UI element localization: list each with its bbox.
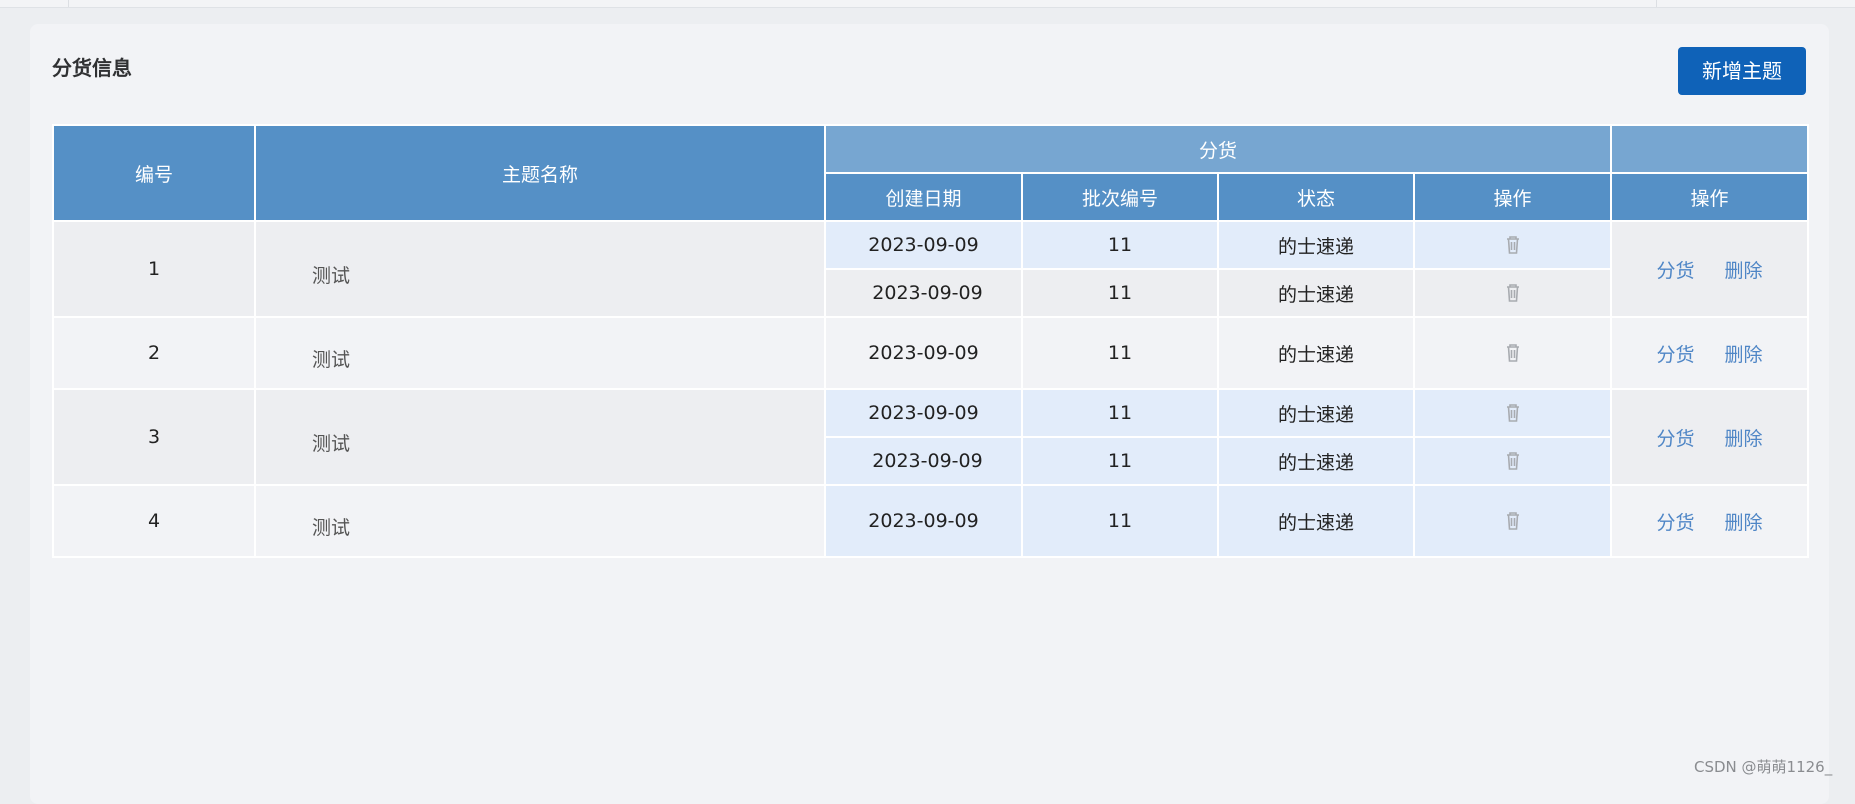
header-sub-action: 操作 xyxy=(1412,172,1613,222)
cell-actions: 分货 删除 xyxy=(1610,220,1810,318)
watermark-text: CSDN @萌萌1126_ xyxy=(1694,758,1833,776)
cell-status: 的士速递 xyxy=(1217,388,1415,438)
cell-batch-no: 11 xyxy=(1021,484,1219,558)
cell-status: 的士速递 xyxy=(1217,316,1415,390)
topic-name-text: 测试 xyxy=(312,264,351,287)
header-empty xyxy=(1610,124,1810,174)
cell-status: 的士速递 xyxy=(1217,484,1415,558)
trash-icon[interactable] xyxy=(1503,282,1523,304)
cell-sub-action xyxy=(1412,436,1613,486)
topic-name-text: 测试 xyxy=(312,516,351,539)
trash-icon[interactable] xyxy=(1503,234,1523,256)
cell-sub-action xyxy=(1412,316,1613,390)
cell-created-date: 2023-09-09 xyxy=(824,436,1023,486)
cell-batch-no: 11 xyxy=(1021,268,1219,318)
header-action: 操作 xyxy=(1610,172,1810,222)
table-row: 4 测试 2023-09-09 11 的士速递 分货 删除 xyxy=(52,484,1810,558)
top-bar-divider xyxy=(68,0,69,7)
cell-status: 的士速递 xyxy=(1217,220,1415,270)
cell-id: 4 xyxy=(52,484,256,558)
cell-sub-action xyxy=(1412,484,1613,558)
distribute-link[interactable]: 分货 xyxy=(1657,508,1695,535)
cell-actions: 分货 删除 xyxy=(1610,316,1810,390)
top-bar-divider xyxy=(1656,0,1657,7)
cell-sub-action xyxy=(1412,388,1613,438)
table-row: 1 测试 2023-09-09 11 的士速递 分货 删除 xyxy=(52,220,1810,318)
cell-sub-action xyxy=(1412,268,1613,318)
header-batch-no: 批次编号 xyxy=(1021,172,1219,222)
distribute-link[interactable]: 分货 xyxy=(1657,340,1695,367)
trash-icon[interactable] xyxy=(1503,402,1523,424)
cell-id: 3 xyxy=(52,388,256,486)
topic-name-text: 测试 xyxy=(312,348,351,371)
shipment-table: 编号 主题名称 分货 创建日期 批次编号 状态 操作 操作 1 测试 2023-… xyxy=(52,124,1810,558)
cell-topic-name: 测试 xyxy=(254,316,826,390)
trash-icon[interactable] xyxy=(1503,342,1523,364)
cell-topic-name: 测试 xyxy=(254,484,826,558)
trash-icon[interactable] xyxy=(1503,510,1523,532)
distribute-link[interactable]: 分货 xyxy=(1657,424,1695,451)
table-row: 2 测试 2023-09-09 11 的士速递 分货 删除 xyxy=(52,316,1810,390)
content-card: 分货信息 新增主题 编号 主题名称 分货 创建日期 批次编号 状态 操作 操作 xyxy=(30,24,1829,804)
header-status: 状态 xyxy=(1217,172,1415,222)
cell-batch-no: 11 xyxy=(1021,220,1219,270)
page-title: 分货信息 xyxy=(52,56,132,80)
top-bar xyxy=(0,0,1855,8)
cell-created-date: 2023-09-09 xyxy=(824,220,1023,270)
table-row: 3 测试 2023-09-09 11 的士速递 分货 删除 xyxy=(52,388,1810,486)
cell-batch-no: 11 xyxy=(1021,388,1219,438)
header-group: 分货 xyxy=(823,124,1613,174)
header-created-date: 创建日期 xyxy=(824,172,1023,222)
cell-id: 1 xyxy=(52,220,256,318)
header-id: 编号 xyxy=(52,124,256,222)
header-topic-name: 主题名称 xyxy=(254,124,826,222)
cell-created-date: 2023-09-09 xyxy=(824,388,1023,438)
topic-name-text: 测试 xyxy=(312,432,351,455)
cell-sub-action xyxy=(1412,220,1613,270)
cell-status: 的士速递 xyxy=(1217,436,1415,486)
cell-actions: 分货 删除 xyxy=(1610,388,1810,486)
cell-created-date: 2023-09-09 xyxy=(824,484,1023,558)
delete-link[interactable]: 删除 xyxy=(1725,340,1763,367)
distribute-link[interactable]: 分货 xyxy=(1657,256,1695,283)
add-topic-button[interactable]: 新增主题 xyxy=(1678,47,1806,95)
cell-batch-no: 11 xyxy=(1021,316,1219,390)
cell-status: 的士速递 xyxy=(1217,268,1415,318)
cell-batch-no: 11 xyxy=(1021,436,1219,486)
cell-topic-name: 测试 xyxy=(254,388,826,486)
cell-created-date: 2023-09-09 xyxy=(824,316,1023,390)
cell-topic-name: 测试 xyxy=(254,220,826,318)
delete-link[interactable]: 删除 xyxy=(1725,256,1763,283)
cell-created-date: 2023-09-09 xyxy=(824,268,1023,318)
cell-id: 2 xyxy=(52,316,256,390)
delete-link[interactable]: 删除 xyxy=(1725,508,1763,535)
cell-actions: 分货 删除 xyxy=(1610,484,1810,558)
trash-icon[interactable] xyxy=(1503,450,1523,472)
delete-link[interactable]: 删除 xyxy=(1725,424,1763,451)
